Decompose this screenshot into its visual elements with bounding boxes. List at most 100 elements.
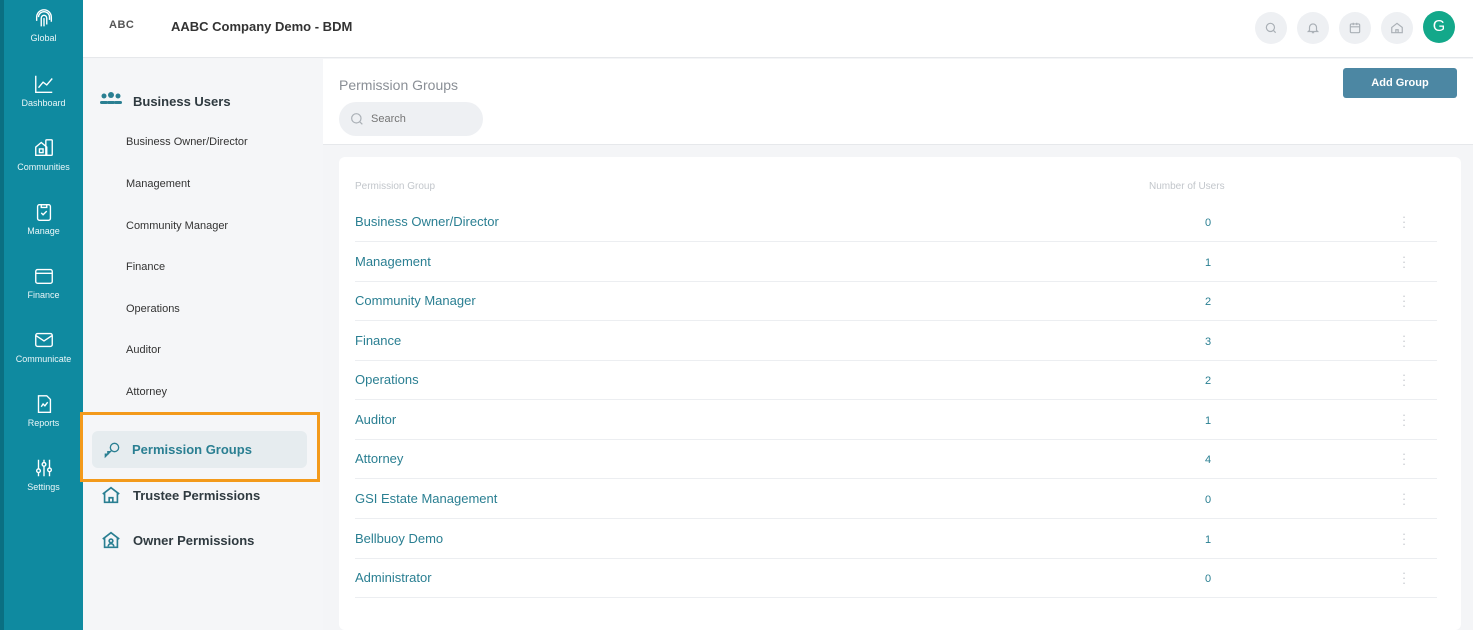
table-row: Management 1 · · · — [355, 242, 1437, 282]
sidebar-item-permission-groups[interactable]: Permission Groups — [92, 431, 307, 468]
rail-item-global[interactable]: Global — [4, 8, 83, 43]
rail-item-settings[interactable]: Settings — [4, 457, 83, 492]
company-name: AABC Company Demo - BDM — [171, 19, 353, 34]
rail-label: Settings — [27, 482, 60, 492]
company-logo: ABC — [109, 19, 135, 31]
table-row: Attorney 4 · · · — [355, 439, 1437, 479]
table-row: Operations 2 · · · — [355, 360, 1437, 400]
rail-item-reports[interactable]: Reports — [4, 393, 83, 428]
sidebar-section-label: Owner Permissions — [133, 532, 255, 548]
sidebar-item-auditor[interactable]: Auditor — [126, 344, 161, 356]
rail-label: Dashboard — [21, 98, 66, 108]
sidebar-section-business-users[interactable]: Business Users — [99, 91, 231, 111]
user-count: 0 — [1205, 573, 1212, 585]
group-name-link[interactable]: Community Manager — [355, 293, 476, 308]
user-count: 2 — [1205, 296, 1212, 308]
group-name-link[interactable]: Operations — [355, 372, 419, 387]
table-row: Community Manager 2 · · · — [355, 281, 1437, 321]
rail-item-finance[interactable]: Finance — [4, 265, 83, 300]
sidebar-item-operations[interactable]: Operations — [126, 303, 180, 315]
group-name-link[interactable]: Management — [355, 254, 431, 269]
page-toolbar: Permission Groups Add Group — [323, 59, 1473, 145]
fingerprint-icon — [35, 9, 52, 27]
row-menu-icon[interactable]: · · · — [1401, 210, 1407, 233]
sidebar-section-label: Business Users — [133, 93, 231, 109]
rail-label: Communicate — [15, 354, 72, 364]
users-icon — [100, 92, 122, 104]
row-menu-icon[interactable]: · · · — [1401, 487, 1407, 510]
bell-icon — [1306, 23, 1320, 34]
user-count: 3 — [1205, 336, 1212, 348]
column-header-group: Permission Group — [355, 181, 436, 192]
calendar-button[interactable] — [1339, 12, 1371, 44]
table-row: Bellbuoy Demo 1 · · · — [355, 519, 1437, 559]
calendar-icon — [1349, 22, 1361, 34]
rail-item-manage[interactable]: Manage — [4, 201, 83, 236]
rail-item-dashboard[interactable]: Dashboard — [4, 73, 83, 108]
house-user-icon — [102, 531, 120, 549]
sidebar-item-management[interactable]: Management — [126, 178, 190, 190]
rail-item-communicate[interactable]: Communicate — [4, 329, 83, 364]
user-count: 1 — [1205, 257, 1212, 269]
user-count: 0 — [1205, 494, 1212, 506]
home-button[interactable] — [1381, 12, 1413, 44]
settings-sidebar: Business Users Business Owner/Director M… — [83, 59, 323, 630]
permission-groups-table: Permission Group Number of Users Busines… — [339, 157, 1461, 630]
sidebar-section-label: Trustee Permissions — [133, 487, 261, 503]
sidebar-item-community-manager[interactable]: Community Manager — [126, 220, 228, 232]
search-icon — [1265, 22, 1277, 34]
sidebar-item-business-owner[interactable]: Business Owner/Director — [126, 136, 248, 148]
wallet-icon — [34, 268, 53, 285]
row-menu-icon[interactable]: · · · — [1401, 408, 1407, 431]
add-group-button[interactable]: Add Group — [1343, 68, 1457, 98]
sidebar-item-finance[interactable]: Finance — [126, 261, 165, 273]
home-icon — [1391, 22, 1403, 34]
search-icon — [351, 113, 363, 125]
header-search-button[interactable] — [1255, 12, 1287, 44]
row-menu-icon[interactable]: · · · — [1401, 447, 1407, 470]
sidebar-item-attorney[interactable]: Attorney — [126, 386, 167, 398]
envelope-icon — [34, 332, 53, 348]
house-icon — [102, 486, 120, 504]
group-name-link[interactable]: Attorney — [355, 451, 403, 466]
table-row: Administrator 0 · · · — [355, 558, 1437, 598]
group-name-link[interactable]: GSI Estate Management — [355, 491, 497, 506]
group-name-link[interactable]: Auditor — [355, 412, 396, 427]
user-avatar[interactable]: G — [1423, 11, 1455, 43]
sidebar-section-trustee-permissions[interactable]: Trustee Permissions — [99, 484, 260, 506]
search-input[interactable] — [371, 113, 471, 125]
clipboard-check-icon — [36, 203, 51, 221]
user-count: 1 — [1205, 534, 1212, 546]
group-name-link[interactable]: Finance — [355, 333, 401, 348]
global-nav-rail: Global Dashboard Communities Manage Fina… — [0, 0, 83, 630]
user-count: 1 — [1205, 415, 1212, 427]
rail-label: Manage — [27, 226, 60, 236]
group-name-link[interactable]: Business Owner/Director — [355, 214, 499, 229]
rail-label: Global — [30, 33, 57, 43]
line-chart-icon — [34, 75, 53, 93]
table-row: Auditor 1 · · · — [355, 400, 1437, 440]
sidebar-section-owner-permissions[interactable]: Owner Permissions — [99, 529, 254, 551]
row-menu-icon[interactable]: · · · — [1401, 289, 1407, 312]
row-menu-icon[interactable]: · · · — [1401, 368, 1407, 391]
rail-item-communities[interactable]: Communities — [4, 137, 83, 172]
row-menu-icon[interactable]: · · · — [1401, 250, 1407, 273]
group-name-link[interactable]: Bellbuoy Demo — [355, 531, 443, 546]
user-count: 2 — [1205, 375, 1212, 387]
table-row: GSI Estate Management 0 · · · — [355, 479, 1437, 519]
row-menu-icon[interactable]: · · · — [1401, 329, 1407, 352]
search-box[interactable] — [339, 102, 483, 136]
group-name-link[interactable]: Administrator — [355, 570, 432, 585]
sliders-icon — [35, 459, 52, 477]
rail-label: Finance — [27, 290, 60, 300]
row-menu-icon[interactable]: · · · — [1401, 566, 1407, 589]
rail-label: Communities — [17, 162, 70, 172]
buildings-icon — [34, 139, 53, 157]
page-title: Permission Groups — [339, 77, 459, 93]
sidebar-item-label: Permission Groups — [132, 442, 252, 457]
table-row: Finance 3 · · · — [355, 321, 1437, 361]
notifications-button[interactable] — [1297, 12, 1329, 44]
rail-label: Reports — [27, 418, 60, 428]
user-count: 0 — [1205, 217, 1212, 229]
row-menu-icon[interactable]: · · · — [1401, 527, 1407, 550]
